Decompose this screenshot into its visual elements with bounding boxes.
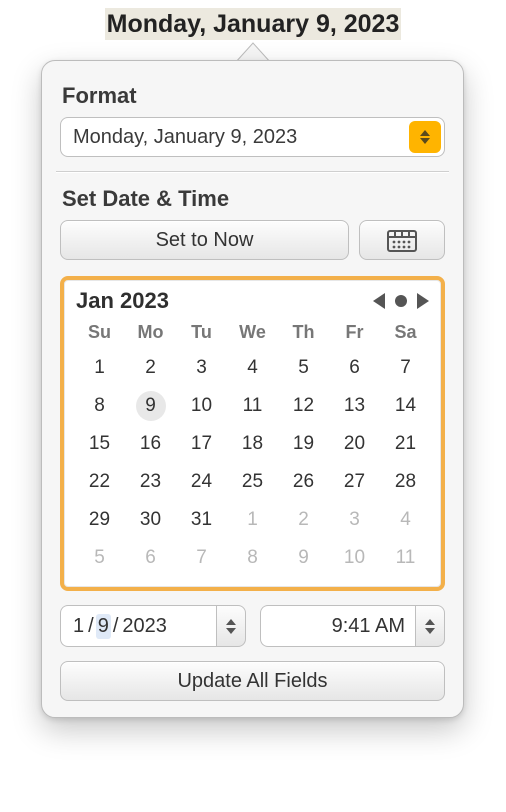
calendar-day[interactable]: 3 <box>329 501 380 539</box>
format-label: Format <box>62 83 443 109</box>
calendar-day[interactable]: 2 <box>125 349 176 387</box>
calendar-day[interactable]: 18 <box>227 425 278 463</box>
set-date-time-label: Set Date & Time <box>62 186 443 212</box>
calendar-day[interactable]: 20 <box>329 425 380 463</box>
calendar-day[interactable]: 25 <box>227 463 278 501</box>
calendar-grid: SuMoTuWeThFrSa 1234567891011121314151617… <box>74 318 431 577</box>
calendar-day[interactable]: 7 <box>380 349 431 387</box>
date-month-seg[interactable]: 1 <box>71 614 86 639</box>
set-to-now-button[interactable]: Set to Now <box>60 220 349 260</box>
calendar-nav <box>373 293 429 309</box>
calendar-day[interactable]: 27 <box>329 463 380 501</box>
prev-month-button[interactable] <box>373 293 385 309</box>
chevron-down-icon <box>425 628 435 634</box>
format-select-value: Monday, January 9, 2023 <box>73 126 297 149</box>
calendar-day[interactable]: 22 <box>74 463 125 501</box>
calendar-day[interactable]: 10 <box>329 539 380 577</box>
dropdown-arrows-icon <box>409 121 441 153</box>
calendar-day[interactable]: 6 <box>329 349 380 387</box>
format-select[interactable]: Monday, January 9, 2023 <box>60 117 445 157</box>
calendar-day[interactable]: 8 <box>74 387 125 425</box>
header-date-text: Monday, January 9, 2023 <box>105 8 402 40</box>
calendar-day[interactable]: 5 <box>74 539 125 577</box>
calendar-weekday: Sa <box>380 318 431 349</box>
calendar-day[interactable]: 24 <box>176 463 227 501</box>
calendar-day[interactable]: 1 <box>227 501 278 539</box>
calendar-day[interactable]: 14 <box>380 387 431 425</box>
calendar-day[interactable]: 28 <box>380 463 431 501</box>
calendar-day[interactable]: 16 <box>125 425 176 463</box>
calendar-day[interactable]: 19 <box>278 425 329 463</box>
chevron-up-icon <box>425 619 435 625</box>
show-calendar-button[interactable] <box>359 220 445 260</box>
calendar-day[interactable]: 4 <box>227 349 278 387</box>
calendar-day[interactable]: 15 <box>74 425 125 463</box>
calendar-day[interactable]: 6 <box>125 539 176 577</box>
calendar-day[interactable]: 2 <box>278 501 329 539</box>
calendar-day[interactable]: 21 <box>380 425 431 463</box>
date-day-seg[interactable]: 9 <box>96 614 111 639</box>
calendar-day[interactable]: 26 <box>278 463 329 501</box>
calendar-icon <box>387 228 417 252</box>
calendar-day[interactable]: 9 <box>125 387 176 425</box>
chevron-down-icon <box>226 628 236 634</box>
time-stepper-arrows[interactable] <box>415 605 445 647</box>
calendar-day[interactable]: 5 <box>278 349 329 387</box>
calendar-day[interactable]: 12 <box>278 387 329 425</box>
calendar-day[interactable]: 23 <box>125 463 176 501</box>
date-stepper-arrows[interactable] <box>216 605 246 647</box>
update-all-fields-label: Update All Fields <box>177 670 327 693</box>
calendar-weekday: Fr <box>329 318 380 349</box>
calendar-day[interactable]: 29 <box>74 501 125 539</box>
time-stepper[interactable]: 9:41 AM <box>260 605 446 647</box>
calendar-weekday: Th <box>278 318 329 349</box>
update-all-fields-button[interactable]: Update All Fields <box>60 661 445 701</box>
calendar-weekday: Su <box>74 318 125 349</box>
date-field[interactable]: 1/ 9/2023 <box>60 605 216 647</box>
calendar-day[interactable]: 1 <box>74 349 125 387</box>
date-stepper[interactable]: 1/ 9/2023 <box>60 605 246 647</box>
divider <box>56 171 449 172</box>
date-time-popover: Format Monday, January 9, 2023 Set Date … <box>41 60 464 718</box>
today-button[interactable] <box>395 295 407 307</box>
calendar-weekday: Mo <box>125 318 176 349</box>
chevron-up-icon <box>226 619 236 625</box>
calendar: Jan 2023 SuMoTuWeThFrSa 1234567891011121… <box>60 276 445 591</box>
calendar-day[interactable]: 11 <box>380 539 431 577</box>
calendar-day[interactable]: 31 <box>176 501 227 539</box>
calendar-day[interactable]: 13 <box>329 387 380 425</box>
calendar-day[interactable]: 10 <box>176 387 227 425</box>
date-sep: / <box>111 614 121 639</box>
calendar-month-title: Jan 2023 <box>76 288 169 314</box>
date-sep: / <box>86 614 96 639</box>
calendar-day[interactable]: 17 <box>176 425 227 463</box>
calendar-day[interactable]: 11 <box>227 387 278 425</box>
date-year-seg[interactable]: 2023 <box>120 614 169 639</box>
calendar-day[interactable]: 9 <box>278 539 329 577</box>
calendar-day[interactable]: 3 <box>176 349 227 387</box>
calendar-day[interactable]: 7 <box>176 539 227 577</box>
time-value: 9:41 AM <box>332 615 405 638</box>
calendar-day[interactable]: 30 <box>125 501 176 539</box>
next-month-button[interactable] <box>417 293 429 309</box>
calendar-day[interactable]: 8 <box>227 539 278 577</box>
header-date: Monday, January 9, 2023 <box>0 10 506 39</box>
calendar-weekday: Tu <box>176 318 227 349</box>
time-field[interactable]: 9:41 AM <box>260 605 416 647</box>
calendar-day[interactable]: 4 <box>380 501 431 539</box>
set-to-now-label: Set to Now <box>156 229 254 252</box>
calendar-weekday: We <box>227 318 278 349</box>
